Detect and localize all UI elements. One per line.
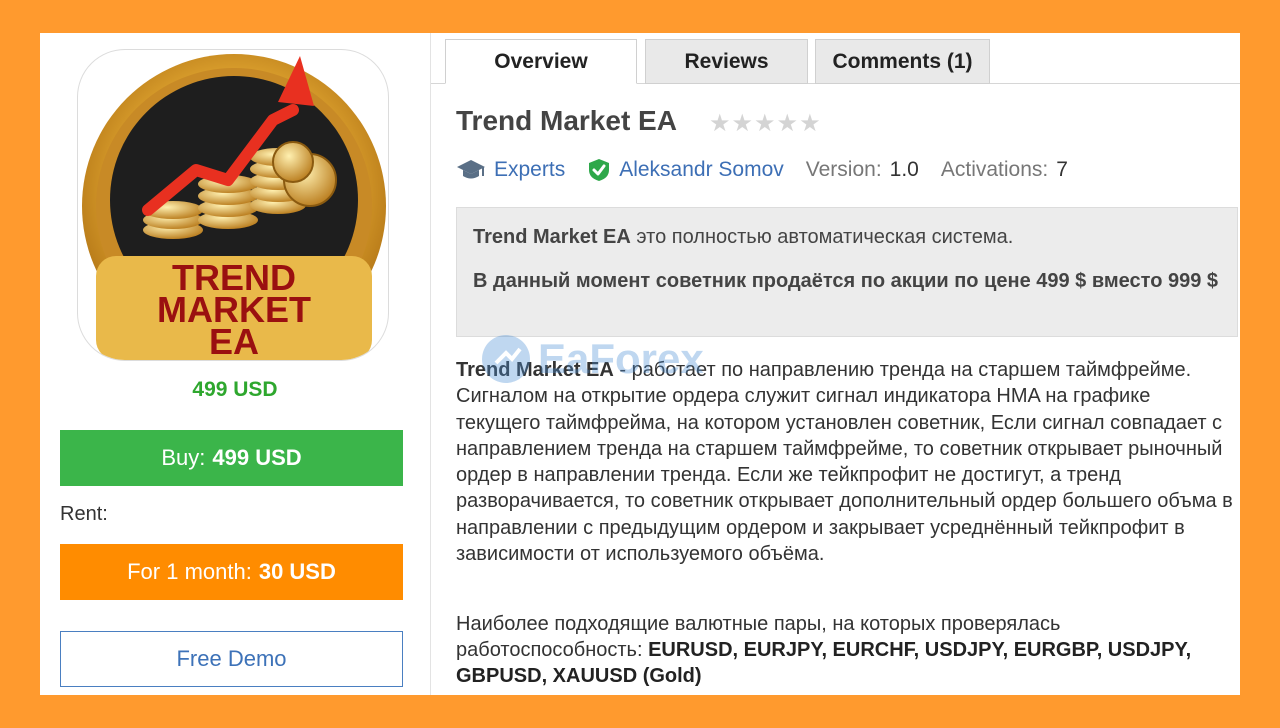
version-label: Version: — [805, 158, 882, 181]
buy-button[interactable]: Buy: 499 USD — [60, 430, 403, 486]
purchase-sidebar: TREND MARKET EA 499 USD Buy: 499 USD Ren… — [40, 33, 430, 695]
rent-1-month-button[interactable]: For 1 month: 30 USD — [60, 544, 403, 600]
rent-label: Rent: — [60, 503, 108, 525]
description-text: - работает по направлению тренда на стар… — [456, 359, 1233, 566]
version-value: 1.0 — [889, 158, 919, 181]
svg-text:EA: EA — [209, 321, 259, 361]
notice-line-1: Trend Market EA это полностью автоматиче… — [473, 224, 1221, 250]
notice-product-name: Trend Market EA — [473, 226, 631, 248]
product-title: Trend Market EA — [456, 105, 677, 136]
verified-shield-icon — [587, 157, 611, 183]
description-product-name: Trend Market EA — [456, 359, 614, 381]
product-meta: Experts Aleksandr Somov Version: 1.0 Act… — [456, 155, 1068, 185]
graduation-cap-icon — [456, 157, 486, 183]
rent-button-price: 30 USD — [258, 559, 336, 584]
rent-button-prefix: For 1 month: — [127, 559, 252, 584]
tab-overview[interactable]: Overview — [445, 39, 637, 84]
notice-line-1-text: это полностью автоматическая система. — [630, 226, 1014, 248]
currency-pairs: Наиболее подходящие валютные пары, на ко… — [456, 611, 1240, 689]
free-demo-button[interactable]: Free Demo — [60, 631, 403, 687]
tab-comments[interactable]: Comments (1) — [815, 39, 990, 84]
notice-line-2: В данный момент советник продаётся по ак… — [473, 270, 1219, 292]
rating-stars[interactable]: ★★★★★ — [709, 109, 822, 138]
product-panel: TREND MARKET EA 499 USD Buy: 499 USD Ren… — [40, 33, 1240, 695]
promo-notice: Trend Market EA это полностью автоматиче… — [456, 207, 1238, 337]
product-logo: TREND MARKET EA — [77, 49, 389, 361]
column-divider — [430, 33, 431, 695]
tab-reviews[interactable]: Reviews — [645, 39, 808, 84]
category-link-experts[interactable]: Experts — [494, 158, 565, 182]
product-description: Trend Market EA - работает по направлени… — [456, 357, 1240, 567]
activations-label: Activations: — [940, 158, 1049, 181]
product-price: 499 USD — [192, 378, 278, 401]
author-link[interactable]: Aleksandr Somov — [619, 158, 784, 182]
activations-value: 7 — [1056, 158, 1068, 181]
buy-button-prefix: Buy: — [161, 445, 206, 470]
trend-market-logo-image: TREND MARKET EA — [82, 54, 386, 361]
buy-button-price: 499 USD — [212, 445, 302, 470]
